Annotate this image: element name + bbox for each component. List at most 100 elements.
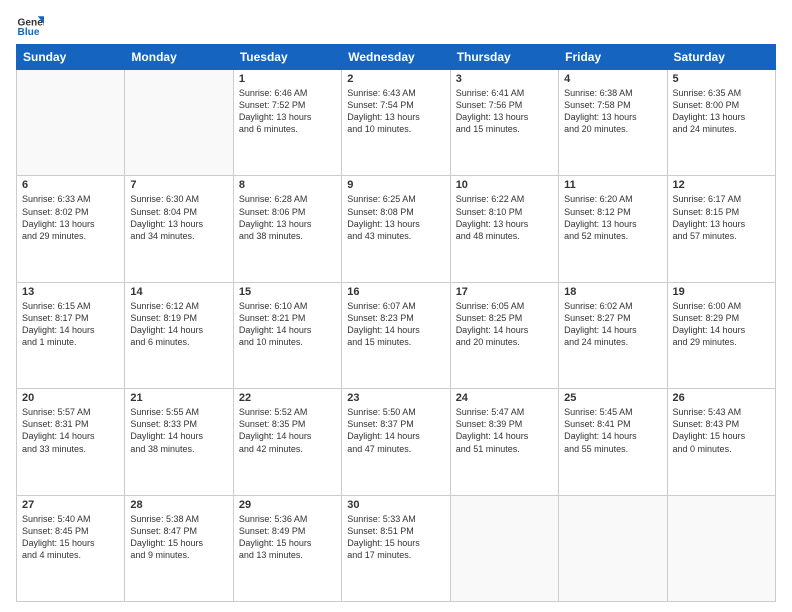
day-cell [559,495,667,601]
day-info: Sunrise: 6:38 AM Sunset: 7:58 PM Dayligh… [564,87,661,136]
day-cell: 19 Sunrise: 6:00 AM Sunset: 8:29 PM Dayli… [667,282,775,388]
day-info: Sunrise: 6:05 AM Sunset: 8:25 PM Dayligh… [456,300,553,349]
day-number: 21 [130,392,227,404]
day-info: Sunrise: 6:07 AM Sunset: 8:23 PM Dayligh… [347,300,444,349]
day-cell: 10 Sunrise: 6:22 AM Sunset: 8:10 PM Dayli… [450,176,558,282]
day-cell: 25Sunrise: 5:45 AM Sunset: 8:41 PM Dayli… [559,389,667,495]
day-cell: 15 Sunrise: 6:10 AM Sunset: 8:21 PM Dayli… [233,282,341,388]
day-cell: 13 Sunrise: 6:15 AM Sunset: 8:17 PM Dayli… [17,282,125,388]
day-cell: 9 Sunrise: 6:25 AM Sunset: 8:08 PM Daylig… [342,176,450,282]
day-info: Sunrise: 5:50 AM Sunset: 8:37 PM Dayligh… [347,406,444,455]
day-number: 4 [564,73,661,85]
day-cell: 6Sunrise: 6:33 AM Sunset: 8:02 PM Daylig… [17,176,125,282]
logo: General Blue [16,10,44,38]
day-info: Sunrise: 6:33 AM Sunset: 8:02 PM Dayligh… [22,193,119,242]
day-number: 22 [239,392,336,404]
day-cell: 12 Sunrise: 6:17 AM Sunset: 8:15 PM Dayli… [667,176,775,282]
weekday-header-row: SundayMondayTuesdayWednesdayThursdayFrid… [17,45,776,70]
day-cell: 11 Sunrise: 6:20 AM Sunset: 8:12 PM Dayli… [559,176,667,282]
day-cell: 28 Sunrise: 5:38 AM Sunset: 8:47 PM Dayli… [125,495,233,601]
day-number: 16 [347,286,444,298]
day-number: 28 [130,499,227,511]
page: General Blue SundayMondayTuesdayWednesda… [0,0,792,612]
day-info: Sunrise: 6:10 AM Sunset: 8:21 PM Dayligh… [239,300,336,349]
weekday-header-tuesday: Tuesday [233,45,341,70]
day-info: Sunrise: 6:17 AM Sunset: 8:15 PM Dayligh… [673,193,770,242]
day-info: Sunrise: 5:33 AM Sunset: 8:51 PM Dayligh… [347,513,444,562]
day-info: Sunrise: 6:12 AM Sunset: 8:19 PM Dayligh… [130,300,227,349]
day-cell: 1 Sunrise: 6:46 AM Sunset: 7:52 PM Daylig… [233,70,341,176]
day-cell: 24 Sunrise: 5:47 AM Sunset: 8:39 PM Dayli… [450,389,558,495]
day-info: Sunrise: 6:46 AM Sunset: 7:52 PM Dayligh… [239,87,336,136]
calendar-table: SundayMondayTuesdayWednesdayThursdayFrid… [16,44,776,602]
day-cell: 2Sunrise: 6:43 AM Sunset: 7:54 PM Daylig… [342,70,450,176]
day-cell: 21 Sunrise: 5:55 AM Sunset: 8:33 PM Dayli… [125,389,233,495]
day-number: 23 [347,392,444,404]
day-number: 12 [673,179,770,191]
weekday-header-monday: Monday [125,45,233,70]
day-number: 10 [456,179,553,191]
day-info: Sunrise: 5:40 AM Sunset: 8:45 PM Dayligh… [22,513,119,562]
week-row-5: 27 Sunrise: 5:40 AM Sunset: 8:45 PM Dayli… [17,495,776,601]
day-number: 2 [347,73,444,85]
day-cell: 27 Sunrise: 5:40 AM Sunset: 8:45 PM Dayli… [17,495,125,601]
day-cell [17,70,125,176]
day-info: Sunrise: 5:45 AM Sunset: 8:41 PM Dayligh… [564,406,661,455]
day-cell: 18Sunrise: 6:02 AM Sunset: 8:27 PM Dayli… [559,282,667,388]
day-info: Sunrise: 6:22 AM Sunset: 8:10 PM Dayligh… [456,193,553,242]
day-cell: 26Sunrise: 5:43 AM Sunset: 8:43 PM Dayli… [667,389,775,495]
day-number: 26 [673,392,770,404]
day-cell: 7 Sunrise: 6:30 AM Sunset: 8:04 PM Daylig… [125,176,233,282]
day-number: 8 [239,179,336,191]
day-cell: 14 Sunrise: 6:12 AM Sunset: 8:19 PM Dayli… [125,282,233,388]
day-number: 14 [130,286,227,298]
week-row-1: 1 Sunrise: 6:46 AM Sunset: 7:52 PM Daylig… [17,70,776,176]
week-row-3: 13 Sunrise: 6:15 AM Sunset: 8:17 PM Dayli… [17,282,776,388]
day-cell: 16 Sunrise: 6:07 AM Sunset: 8:23 PM Dayli… [342,282,450,388]
day-number: 29 [239,499,336,511]
day-info: Sunrise: 5:36 AM Sunset: 8:49 PM Dayligh… [239,513,336,562]
day-cell: 3 Sunrise: 6:41 AM Sunset: 7:56 PM Daylig… [450,70,558,176]
weekday-header-saturday: Saturday [667,45,775,70]
day-info: Sunrise: 5:47 AM Sunset: 8:39 PM Dayligh… [456,406,553,455]
day-info: Sunrise: 6:00 AM Sunset: 8:29 PM Dayligh… [673,300,770,349]
day-number: 9 [347,179,444,191]
header: General Blue [16,10,776,38]
day-cell: 4 Sunrise: 6:38 AM Sunset: 7:58 PM Daylig… [559,70,667,176]
day-info: Sunrise: 6:30 AM Sunset: 8:04 PM Dayligh… [130,193,227,242]
day-cell [667,495,775,601]
day-number: 11 [564,179,661,191]
day-number: 27 [22,499,119,511]
day-info: Sunrise: 6:25 AM Sunset: 8:08 PM Dayligh… [347,193,444,242]
day-info: Sunrise: 6:41 AM Sunset: 7:56 PM Dayligh… [456,87,553,136]
day-info: Sunrise: 6:02 AM Sunset: 8:27 PM Dayligh… [564,300,661,349]
day-number: 13 [22,286,119,298]
day-info: Sunrise: 5:38 AM Sunset: 8:47 PM Dayligh… [130,513,227,562]
day-info: Sunrise: 6:28 AM Sunset: 8:06 PM Dayligh… [239,193,336,242]
weekday-header-friday: Friday [559,45,667,70]
day-cell: 20 Sunrise: 5:57 AM Sunset: 8:31 PM Dayli… [17,389,125,495]
week-row-4: 20 Sunrise: 5:57 AM Sunset: 8:31 PM Dayli… [17,389,776,495]
day-number: 20 [22,392,119,404]
day-info: Sunrise: 5:52 AM Sunset: 8:35 PM Dayligh… [239,406,336,455]
day-number: 1 [239,73,336,85]
day-number: 7 [130,179,227,191]
day-number: 24 [456,392,553,404]
day-cell: 29 Sunrise: 5:36 AM Sunset: 8:49 PM Dayli… [233,495,341,601]
weekday-header-thursday: Thursday [450,45,558,70]
day-number: 3 [456,73,553,85]
svg-text:Blue: Blue [18,27,40,38]
day-cell [450,495,558,601]
day-cell: 5 Sunrise: 6:35 AM Sunset: 8:00 PM Daylig… [667,70,775,176]
day-info: Sunrise: 5:57 AM Sunset: 8:31 PM Dayligh… [22,406,119,455]
day-info: Sunrise: 6:15 AM Sunset: 8:17 PM Dayligh… [22,300,119,349]
day-info: Sunrise: 5:55 AM Sunset: 8:33 PM Dayligh… [130,406,227,455]
day-info: Sunrise: 6:20 AM Sunset: 8:12 PM Dayligh… [564,193,661,242]
day-cell [125,70,233,176]
day-number: 15 [239,286,336,298]
day-number: 19 [673,286,770,298]
day-cell: 22 Sunrise: 5:52 AM Sunset: 8:35 PM Dayli… [233,389,341,495]
day-number: 5 [673,73,770,85]
weekday-header-wednesday: Wednesday [342,45,450,70]
day-info: Sunrise: 6:35 AM Sunset: 8:00 PM Dayligh… [673,87,770,136]
